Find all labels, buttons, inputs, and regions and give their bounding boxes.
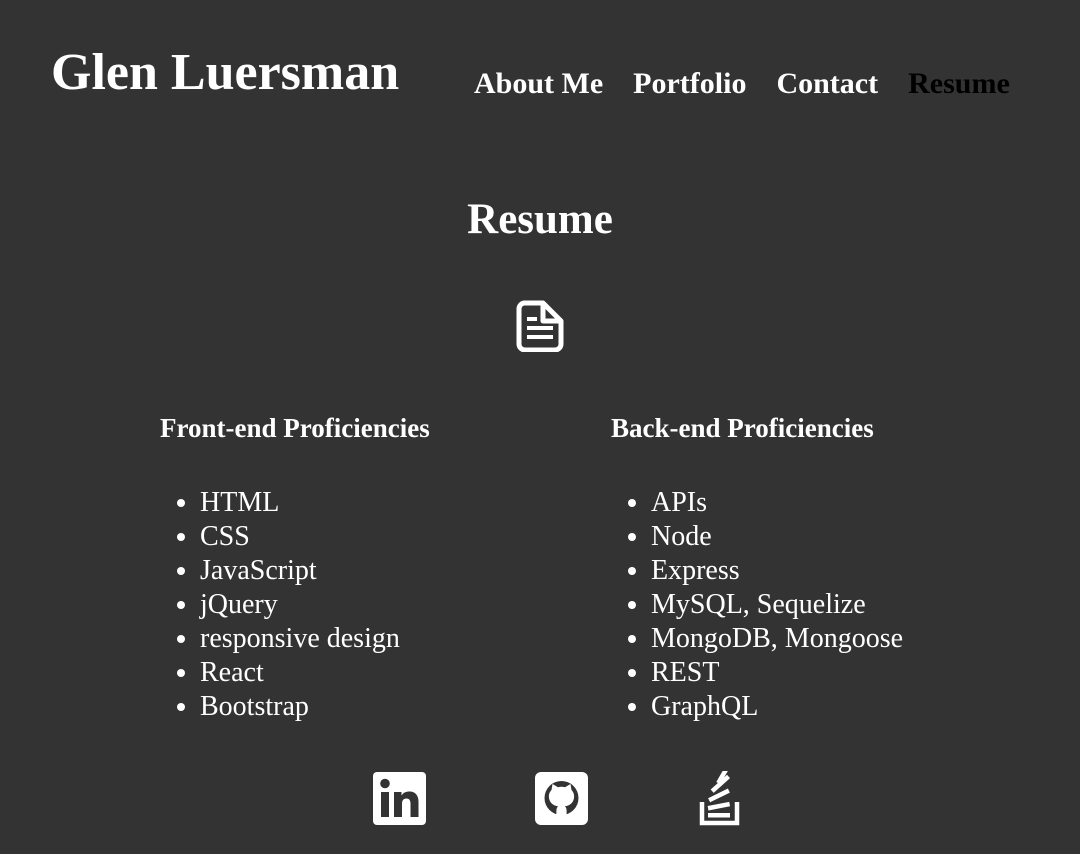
- document-icon[interactable]: [516, 300, 564, 352]
- list-item: Bootstrap: [200, 690, 430, 724]
- nav-contact[interactable]: Contact: [776, 66, 878, 102]
- nav-about-me[interactable]: About Me: [474, 66, 603, 102]
- backend-section: Back-end Proficiencies APIs Node Express…: [611, 410, 903, 724]
- list-item: Node: [651, 520, 903, 554]
- list-item: APIs: [651, 486, 903, 520]
- list-item: responsive design: [200, 622, 430, 656]
- list-item: HTML: [200, 486, 430, 520]
- backend-heading: Back-end Proficiencies: [611, 413, 874, 443]
- linkedin-icon[interactable]: [372, 771, 427, 826]
- list-item: jQuery: [200, 588, 430, 622]
- page-title: Resume: [467, 196, 613, 243]
- list-item: JavaScript: [200, 554, 430, 588]
- list-item: Express: [651, 554, 903, 588]
- page: Glen Luersman About Me Portfolio Contact…: [0, 0, 1080, 854]
- list-item: CSS: [200, 520, 430, 554]
- list-item: MySQL, Sequelize: [651, 588, 903, 622]
- nav-portfolio[interactable]: Portfolio: [633, 66, 746, 102]
- nav-resume[interactable]: Resume: [908, 66, 1010, 102]
- list-item: MongoDB, Mongoose: [651, 622, 903, 656]
- list-item: React: [200, 656, 430, 690]
- stackoverflow-icon[interactable]: [696, 771, 751, 826]
- main-nav: About Me Portfolio Contact Resume: [474, 66, 1010, 102]
- social-links: [372, 771, 751, 826]
- list-item: GraphQL: [651, 690, 903, 724]
- backend-list: APIs Node Express MySQL, Sequelize Mongo…: [611, 486, 903, 724]
- github-icon[interactable]: [534, 771, 589, 826]
- frontend-heading: Front-end Proficiencies: [160, 413, 430, 443]
- site-brand[interactable]: Glen Luersman: [51, 44, 399, 101]
- frontend-section: Front-end Proficiencies HTML CSS JavaScr…: [160, 410, 430, 724]
- frontend-list: HTML CSS JavaScript jQuery responsive de…: [160, 486, 430, 724]
- list-item: REST: [651, 656, 903, 690]
